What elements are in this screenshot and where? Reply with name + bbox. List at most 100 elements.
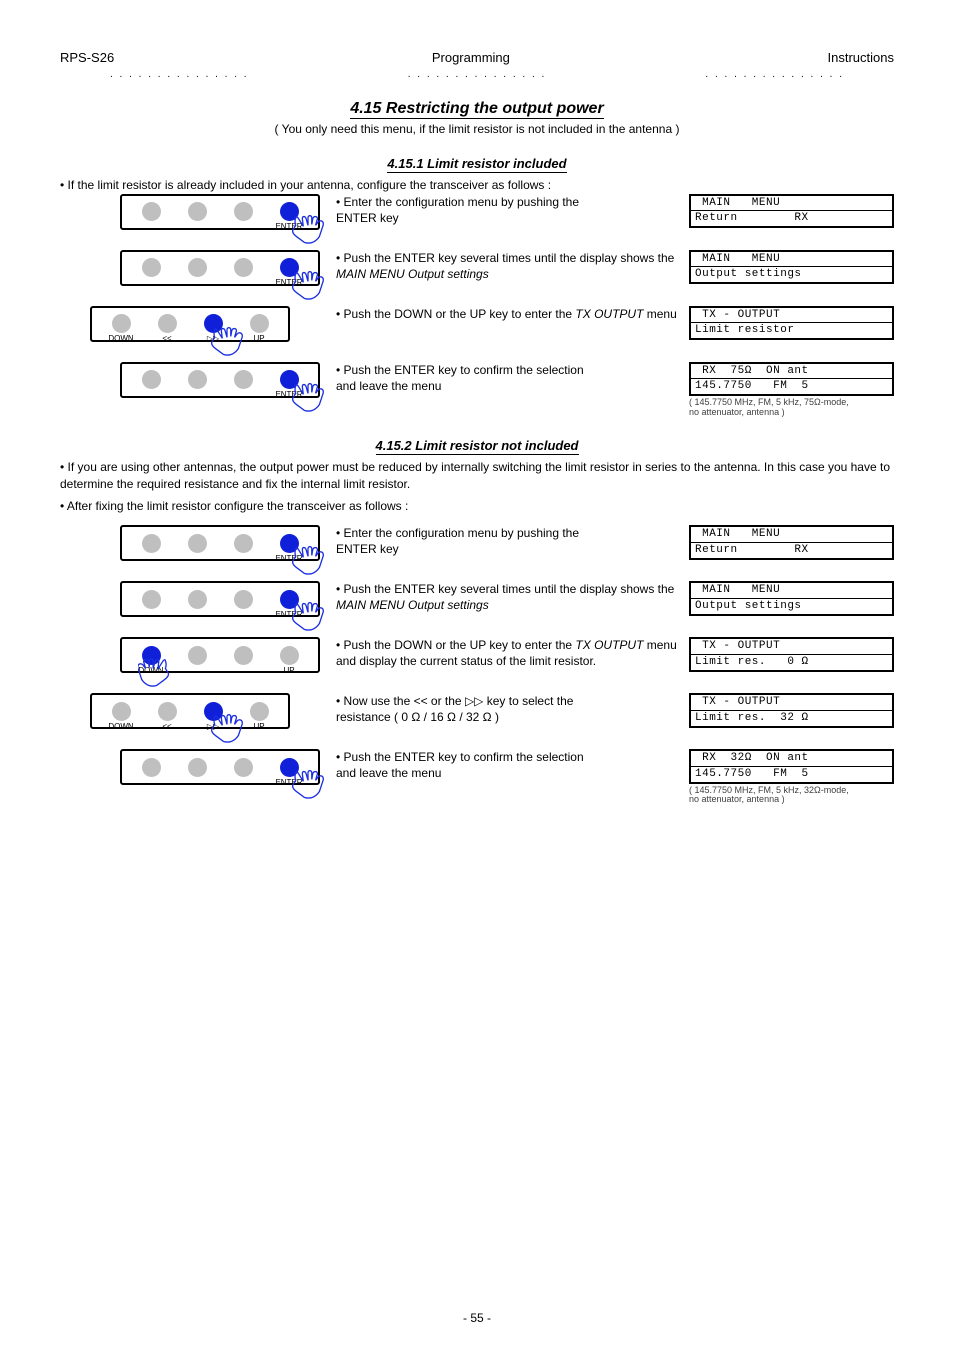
key-button[interactable] xyxy=(234,370,253,389)
key-button[interactable]: ENTER xyxy=(280,202,299,221)
lcd-display: TX - OUTPUTLimit res. 0 Ω xyxy=(689,637,894,671)
header-center: Programming xyxy=(432,50,510,65)
key-label: ▷▷ xyxy=(207,722,219,731)
key-button[interactable]: ENTER xyxy=(280,758,299,777)
key-button[interactable] xyxy=(188,534,207,553)
key-button[interactable] xyxy=(188,202,207,221)
instruction-step: ENTER • Enter the configuration menu by p… xyxy=(60,525,894,561)
lcd-line: TX - OUTPUT xyxy=(691,695,892,711)
page-number: - 55 - xyxy=(0,1311,954,1325)
lcd-line: Output settings xyxy=(691,599,892,614)
step-text: • Push the ENTER key to confirm the sele… xyxy=(320,749,689,781)
key-button[interactable] xyxy=(142,590,161,609)
key-label: ENTER xyxy=(275,554,302,563)
key-button[interactable]: DOWN xyxy=(142,646,161,665)
lcd-display: RX 75Ω ON ant145.7750 FM 5 xyxy=(689,362,894,396)
dots-left: . . . . . . . . . . . . . . . xyxy=(110,69,249,80)
key-button[interactable] xyxy=(188,370,207,389)
key-button[interactable] xyxy=(234,758,253,777)
lcd-comment: ( 145.7750 MHz, FM, 5 kHz, 32Ω-mode, no … xyxy=(689,786,894,806)
lcd-line: 145.7750 FM 5 xyxy=(691,379,892,394)
lcd-display: TX - OUTPUTLimit res. 32 Ω xyxy=(689,693,894,727)
instruction-step: DOWN << ▷▷ UP • Push the DOWN or the UP key … xyxy=(60,306,894,342)
step-text: • Enter the configuration menu by pushin… xyxy=(320,525,689,557)
key-button[interactable]: << xyxy=(158,314,177,333)
key-button[interactable]: UP xyxy=(250,314,269,333)
lcd-line: 145.7750 FM 5 xyxy=(691,767,892,782)
lcd-line: MAIN MENU xyxy=(691,527,892,543)
key-label: ENTER xyxy=(275,610,302,619)
key-button[interactable] xyxy=(142,258,161,277)
key-label: ENTER xyxy=(275,390,302,399)
key-button[interactable] xyxy=(142,370,161,389)
step-text: • Push the DOWN or the UP key to enter t… xyxy=(320,306,689,322)
step-text: • Now use the << or the ▷▷ key to select… xyxy=(320,693,689,725)
header-left: RPS-S26 xyxy=(60,50,114,65)
key-button[interactable] xyxy=(188,258,207,277)
key-button[interactable]: UP xyxy=(250,702,269,721)
steps-group-2: ENTER • Enter the configuration menu by p… xyxy=(60,525,894,805)
key-button[interactable] xyxy=(234,258,253,277)
lcd-display: MAIN MENUReturn RX xyxy=(689,194,894,228)
key-button[interactable]: << xyxy=(158,702,177,721)
key-label: DOWN xyxy=(108,722,133,731)
keypad: ENTER xyxy=(120,362,320,398)
lcd-display: MAIN MENUReturn RX xyxy=(689,525,894,559)
key-button[interactable] xyxy=(234,202,253,221)
key-label: ENTER xyxy=(275,278,302,287)
key-button[interactable] xyxy=(142,202,161,221)
steps-group-1: ENTER• Enter the configuration menu by p… xyxy=(60,194,894,418)
key-button[interactable]: UP xyxy=(280,646,299,665)
key-button[interactable] xyxy=(142,758,161,777)
key-button[interactable] xyxy=(142,534,161,553)
key-button[interactable] xyxy=(234,534,253,553)
lcd-line: MAIN MENU xyxy=(691,583,892,599)
lcd-line: Limit res. 32 Ω xyxy=(691,711,892,726)
key-button[interactable]: ENTER xyxy=(280,370,299,389)
instruction-step: ENTER• Push the ENTER key several times … xyxy=(60,250,894,286)
key-button[interactable] xyxy=(188,758,207,777)
instruction-step: ENTER• Enter the configuration menu by p… xyxy=(60,194,894,230)
lcd-display: MAIN MENUOutput settings xyxy=(689,581,894,615)
key-button[interactable] xyxy=(188,646,207,665)
key-button[interactable]: ▷▷ xyxy=(204,314,223,333)
section-note: ( You only need this menu, if the limit … xyxy=(60,122,894,136)
key-button[interactable] xyxy=(188,590,207,609)
key-label: UP xyxy=(253,334,264,343)
intro-1: • If the limit resistor is already inclu… xyxy=(60,177,894,194)
dots-right: . . . . . . . . . . . . . . . xyxy=(705,69,844,80)
lcd-line: Return RX xyxy=(691,211,892,226)
key-button[interactable] xyxy=(234,590,253,609)
lcd-line: Limit resistor xyxy=(691,323,892,338)
key-button[interactable]: DOWN xyxy=(112,702,131,721)
instruction-step: ENTER • Push the ENTER key several times … xyxy=(60,581,894,617)
key-label: << xyxy=(162,334,171,343)
intro-2a: • If you are using other antennas, the o… xyxy=(60,459,894,493)
lcd-display: RX 32Ω ON ant145.7750 FM 5 xyxy=(689,749,894,783)
lcd-line: Limit res. 0 Ω xyxy=(691,655,892,670)
header-right: Instructions xyxy=(828,50,894,65)
step-text: • Push the ENTER key several times until… xyxy=(320,581,689,613)
instruction-step: DOWN << ▷▷ UP • Now use the << or the ▷▷ key… xyxy=(60,693,894,729)
key-button[interactable]: ENTER xyxy=(280,258,299,277)
lcd-line: MAIN MENU xyxy=(691,196,892,212)
keypad: ENTER xyxy=(120,525,320,561)
keypad: DOWN << ▷▷ UP xyxy=(90,306,290,342)
lcd-line: RX 32Ω ON ant xyxy=(691,751,892,767)
key-label: UP xyxy=(283,666,294,675)
key-button[interactable]: ENTER xyxy=(280,590,299,609)
keypad: DOWN UP xyxy=(120,637,320,673)
lcd-line: TX - OUTPUT xyxy=(691,639,892,655)
key-button[interactable]: DOWN xyxy=(112,314,131,333)
key-button[interactable]: ▷▷ xyxy=(204,702,223,721)
key-label: ENTER xyxy=(275,222,302,231)
key-button[interactable]: ENTER xyxy=(280,534,299,553)
instruction-step: ENTER • Push the ENTER key to confirm the… xyxy=(60,749,894,805)
key-button[interactable] xyxy=(234,646,253,665)
key-label: << xyxy=(162,722,171,731)
lcd-display: TX - OUTPUTLimit resistor xyxy=(689,306,894,340)
instruction-step: DOWN UP • Push the DOWN or the UP key to e… xyxy=(60,637,894,673)
step-text: • Push the DOWN or the UP key to enter t… xyxy=(320,637,689,669)
key-label: UP xyxy=(253,722,264,731)
lcd-line: TX - OUTPUT xyxy=(691,308,892,324)
